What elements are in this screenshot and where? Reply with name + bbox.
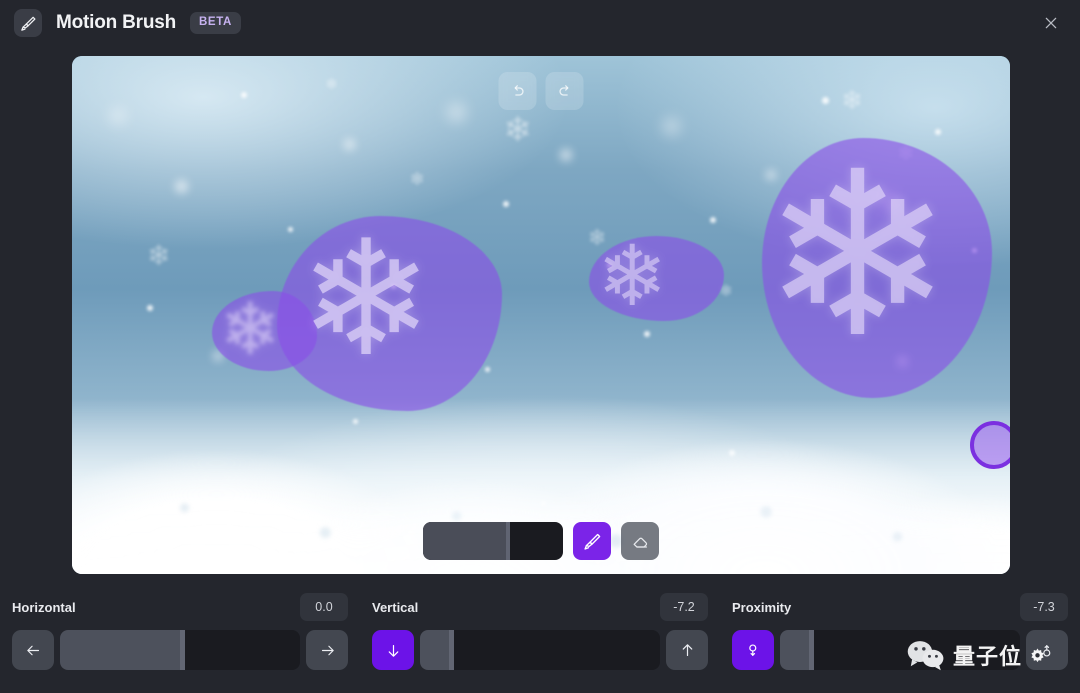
control-row [12,630,348,670]
zoom-out-icon [745,642,762,659]
control-label: Proximity [732,600,791,615]
page-title: Motion Brush [56,12,176,34]
vertical-slider-thumb[interactable] [449,630,454,670]
control-label: Horizontal [12,600,76,615]
undo-button[interactable] [499,72,537,110]
redo-button[interactable] [546,72,584,110]
zoom-in-icon [1039,642,1056,659]
proximity-slider-thumb[interactable] [809,630,814,670]
eraser-icon [631,532,650,551]
brush-size-fill [423,522,510,560]
close-button[interactable] [1036,8,1066,38]
control-row [732,630,1068,670]
brush-icon [14,9,42,37]
control-horizontal: Horizontal 0.0 [0,585,360,693]
control-vertical: Vertical -7.2 [360,585,720,693]
control-row [372,630,708,670]
eraser-tool-button[interactable] [621,522,659,560]
redo-icon [556,83,573,100]
horizontal-slider-fill [60,630,185,670]
horizontal-decrement-button[interactable] [12,630,54,670]
brush-size-slider[interactable] [423,522,563,560]
control-label: Vertical [372,600,418,615]
horizontal-slider[interactable] [60,630,300,670]
control-value[interactable]: 0.0 [300,593,348,621]
proximity-decrement-button[interactable] [732,630,774,670]
app-header: Motion Brush BETA [0,0,1080,46]
brush-icon [583,532,602,551]
control-header: Horizontal 0.0 [12,585,348,621]
horizontal-increment-button[interactable] [306,630,348,670]
control-header: Proximity -7.3 [732,585,1068,621]
history-toolbar [499,72,584,110]
motion-brush-canvas[interactable]: ❄ ❄ ❄ ❄ ❄ ❄ ❄ ❄ ❄ ❄ ❄ ❄ [72,56,1010,574]
undo-icon [509,83,526,100]
proximity-increment-button[interactable] [1026,630,1068,670]
proximity-slider[interactable] [780,630,1020,670]
vertical-increment-button[interactable] [666,630,708,670]
motion-brush-app: Motion Brush BETA [0,0,1080,693]
control-value[interactable]: -7.3 [1020,593,1068,621]
control-proximity: Proximity -7.3 [720,585,1080,693]
vertical-decrement-button[interactable] [372,630,414,670]
status-badge: BETA [190,12,241,34]
arrow-right-icon [319,642,336,659]
arrow-up-icon [679,642,696,659]
control-value[interactable]: -7.2 [660,593,708,621]
brush-tool-button[interactable] [573,522,611,560]
motion-controls: Horizontal 0.0 [0,585,1080,693]
arrow-left-icon [25,642,42,659]
control-header: Vertical -7.2 [372,585,708,621]
brush-size-thumb[interactable] [506,522,510,560]
arrow-down-icon [385,642,402,659]
canvas-tool-dock [423,522,659,560]
close-icon [1043,15,1059,31]
vertical-slider[interactable] [420,630,660,670]
horizontal-slider-thumb[interactable] [180,630,185,670]
